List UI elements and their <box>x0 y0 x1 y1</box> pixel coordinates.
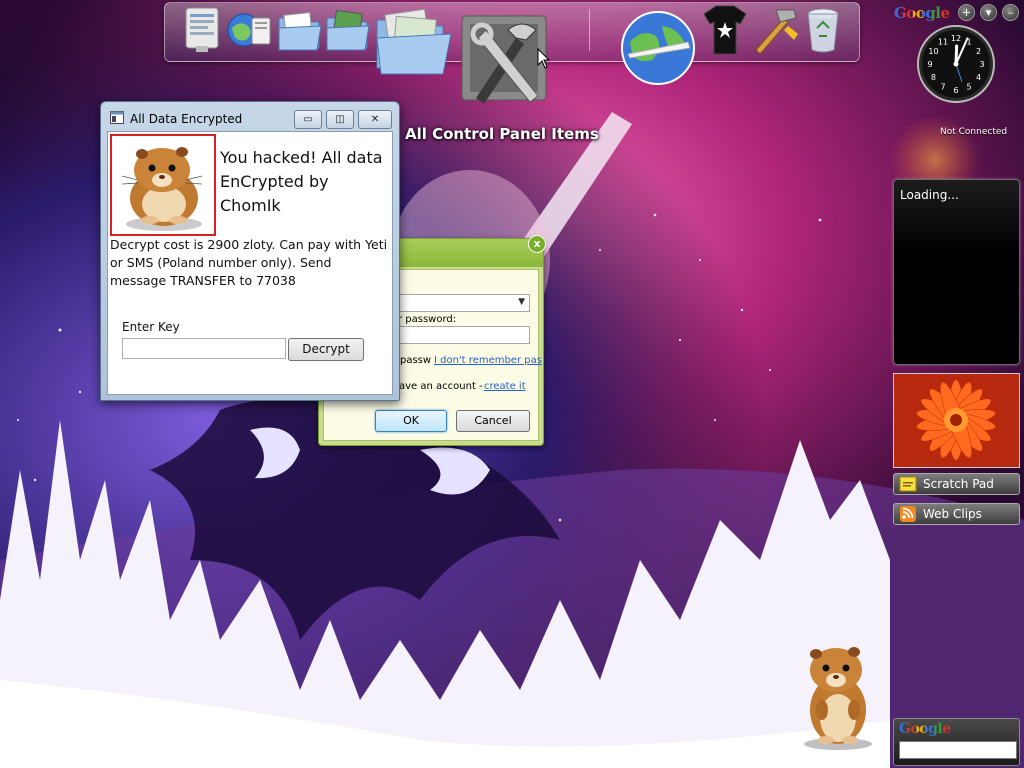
account-select[interactable]: ▼ <box>398 294 530 312</box>
google-search-gadget: Google <box>893 718 1020 766</box>
forgot-password-link[interactable]: I don't remember pas <box>434 355 542 366</box>
ransom-window-title: All Data Encrypted <box>130 112 243 126</box>
slideshow-gadget[interactable] <box>893 373 1020 468</box>
recycle-bin-icon[interactable] <box>805 6 841 54</box>
maximize-button[interactable]: ◫ <box>326 110 354 129</box>
sidebar-menu-button[interactable]: ▾ <box>980 4 997 21</box>
key-input[interactable] <box>122 338 286 359</box>
documents-folder-icon[interactable] <box>277 10 323 52</box>
web-clips-label: Web Clips <box>923 507 982 521</box>
control-panel-label[interactable]: All Control Panel Items <box>405 125 599 143</box>
enter-key-label: Enter Key <box>122 320 180 334</box>
clock-number: 3 <box>979 60 984 69</box>
remember-password-label: passw <box>400 355 432 366</box>
application-icon <box>110 111 124 124</box>
cancel-button[interactable]: Cancel <box>456 410 530 432</box>
network-globe-icon[interactable] <box>226 10 274 52</box>
decrypt-button[interactable]: Decrypt <box>288 338 364 361</box>
feed-loading-text: Loading... <box>900 188 959 202</box>
password-label: r password: <box>398 314 457 325</box>
chevron-down-icon: ▼ <box>518 297 525 307</box>
pictures-folder-icon[interactable] <box>325 10 371 52</box>
clock-number: 11 <box>938 37 948 46</box>
ok-button[interactable]: OK <box>375 410 447 432</box>
clock-number: 2 <box>976 47 981 56</box>
clock-number: 6 <box>953 86 958 95</box>
login-close-button[interactable]: x <box>528 235 546 253</box>
ransom-window-content: You hacked! All data EnCrypted by ChomIk… <box>107 131 393 395</box>
note-icon <box>899 476 917 492</box>
sidebar-minimize-button[interactable]: – <box>1002 4 1019 21</box>
scratch-pad-label: Scratch Pad <box>923 477 994 491</box>
scratch-pad-gadget[interactable]: Scratch Pad <box>893 473 1020 495</box>
password-input[interactable] <box>398 326 530 344</box>
t-shirt-icon[interactable] <box>702 4 748 56</box>
clock-number: 5 <box>966 83 971 92</box>
create-account-link[interactable]: create it <box>484 381 526 392</box>
system-properties-icon[interactable] <box>182 6 224 54</box>
clock-status: Not Connected <box>940 127 1008 137</box>
clock-number: 8 <box>931 73 936 82</box>
no-account-label: ave an account - <box>399 381 483 392</box>
internet-globe-icon[interactable] <box>618 8 698 88</box>
mouse-cursor-icon <box>537 48 551 69</box>
google-logo-text: Google <box>894 4 950 22</box>
google-search-input[interactable] <box>899 741 1017 759</box>
web-clips-gadget[interactable]: Web Clips <box>893 503 1020 525</box>
clock-number: 7 <box>940 83 945 92</box>
ransom-window: All Data Encrypted ▭ ◫ ✕ You hacked! All… <box>100 101 400 401</box>
ransom-headline: You hacked! All data EnCrypted by ChomIk <box>220 148 383 215</box>
dock-separator <box>589 9 590 51</box>
google-search-logo: Google <box>899 721 951 737</box>
ransom-window-titlebar[interactable]: All Data Encrypted ▭ ◫ ✕ <box>101 102 399 132</box>
clock-number: 10 <box>928 47 938 56</box>
hamster-image <box>121 147 203 231</box>
clock-number: 12 <box>951 34 961 43</box>
close-button[interactable]: ✕ <box>358 110 392 129</box>
open-folder-icon[interactable] <box>373 8 455 80</box>
hamster-desktop-image <box>804 647 872 750</box>
clock-number: 4 <box>976 73 981 82</box>
hammer-icon[interactable] <box>750 4 800 54</box>
feed-gadget[interactable]: Loading... <box>893 179 1020 365</box>
google-logo: Google <box>894 4 950 22</box>
minimize-button[interactable]: ▭ <box>294 110 322 129</box>
sidebar-add-button[interactable]: + <box>958 4 975 21</box>
clock-number: 9 <box>927 60 932 69</box>
analog-clock: 1234567891011 12 <box>917 25 995 103</box>
rss-feed-icon <box>900 506 916 522</box>
hamster-picture <box>110 134 216 236</box>
ransom-message: Decrypt cost is 2900 zloty. Can pay with… <box>110 237 388 288</box>
